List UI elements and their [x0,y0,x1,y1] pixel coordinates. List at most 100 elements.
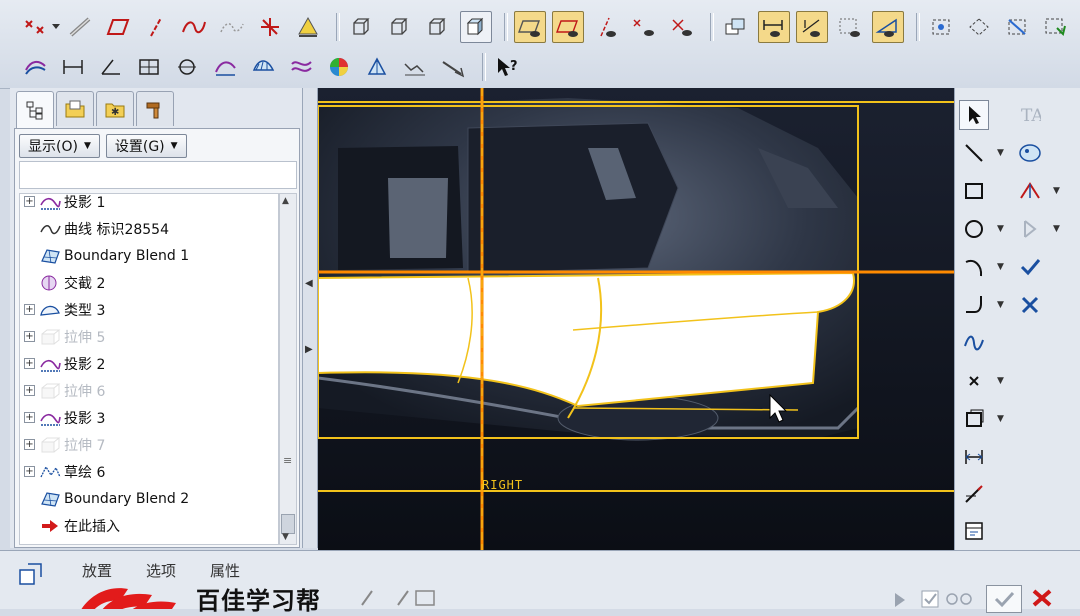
datum-axis-icon[interactable] [140,11,172,43]
datum-curve-icon[interactable] [64,11,96,43]
datum-plane-icon[interactable] [102,11,134,43]
measure-area-icon[interactable] [134,51,166,83]
context-help-icon[interactable]: ? [492,51,524,83]
text-tool-icon[interactable]: TA [1015,100,1045,130]
vertex-display-icon[interactable] [872,11,904,43]
tree-item[interactable]: + 投影 1 [24,194,105,215]
tree-item[interactable]: 交截 2 [24,269,105,296]
modify-dimension-icon[interactable] [959,480,989,510]
datum-point-icon[interactable] [20,11,52,43]
chevron-down-icon[interactable]: ▼ [997,376,1004,386]
tree-item[interactable]: + 拉伸 5 [24,323,105,350]
rectangle-tool-icon[interactable] [959,176,989,206]
dashboard-toggle-icon[interactable] [18,561,44,587]
chevron-down-icon[interactable]: ▼ [1053,186,1060,196]
saved-analysis-icon[interactable] [438,51,470,83]
tab-folder-browser[interactable] [56,91,94,126]
settings-dropdown-button[interactable]: 设置(G) ▼ [105,134,187,158]
tree-item[interactable]: + 拉伸 6 [24,377,105,404]
measure-angle-icon[interactable] [96,51,128,83]
tab-properties[interactable]: 属性 [210,560,240,581]
expand-toggle-icon[interactable]: + [24,331,35,342]
curve-analysis-icon[interactable] [210,51,242,83]
tree-scrollbar[interactable]: ▲ ≡ ▼ [279,193,297,545]
tree-item[interactable]: Boundary Blend 1 [24,242,189,269]
expand-right-icon[interactable]: ▶ [305,344,313,355]
measure-length-icon[interactable] [58,51,90,83]
grid-display-icon[interactable] [834,11,866,43]
select-chain-icon[interactable] [926,11,958,43]
dimension-display-icon[interactable] [758,11,790,43]
apply-check-button[interactable] [986,585,1022,613]
graph-analysis-icon[interactable] [400,51,432,83]
show-dropdown-button[interactable]: 显示(O) ▼ [19,134,100,158]
expand-toggle-icon[interactable]: + [24,466,35,477]
expand-toggle-icon[interactable]: + [24,196,35,207]
tree-item[interactable]: 曲线 标识28554 [24,215,169,242]
arc-tool-icon[interactable] [959,252,989,282]
draft-analysis-icon[interactable] [362,51,394,83]
chevron-down-icon[interactable]: ▼ [997,262,1004,272]
coordinate-system-icon[interactable] [254,11,286,43]
tree-filter-bar[interactable] [19,161,297,189]
dimension-tool-icon[interactable] [959,442,989,472]
palette-tool-icon[interactable] [1015,138,1045,168]
collapse-left-icon[interactable]: ◀ [305,278,313,289]
tree-item[interactable]: + 投影 2 [24,350,105,377]
shading-analysis-icon[interactable] [324,51,356,83]
sketch-palette-icon[interactable] [959,516,989,546]
sketch-tool-icon[interactable] [360,583,440,607]
tab-model-tree[interactable] [16,91,54,128]
tab-connections[interactable] [136,91,174,126]
tree-item[interactable]: + 草绘 6 [24,458,105,485]
reflection-analysis-icon[interactable] [286,51,318,83]
circle-tool-icon[interactable] [959,214,989,244]
cancel-button[interactable] [1030,587,1054,609]
select-filter-icon[interactable] [1040,11,1072,43]
expand-toggle-icon[interactable]: + [24,358,35,369]
scroll-up-icon[interactable]: ▲ [282,196,289,206]
tree-item[interactable]: 在此插入 [24,512,120,539]
tab-favorites[interactable]: ✱ [96,91,134,126]
scroll-down-icon[interactable]: ▼ [282,532,289,542]
csys-display-icon[interactable] [666,11,698,43]
chevron-down-icon[interactable]: ▼ [997,300,1004,310]
tree-item[interactable]: + 拉伸 7 [24,431,105,458]
offset-curve-icon[interactable] [216,11,248,43]
tree-item[interactable]: + 类型 3 [24,296,105,323]
chevron-down-icon[interactable] [52,23,60,31]
panel-splitter[interactable]: ◀ ▶ [302,88,318,548]
chevron-down-icon[interactable]: ▼ [1053,224,1060,234]
measure-diameter-icon[interactable] [172,51,204,83]
chevron-down-icon[interactable]: ▼ [997,148,1004,158]
model-canvas[interactable] [318,88,954,550]
shading-icon[interactable] [460,11,492,43]
expand-toggle-icon[interactable]: + [24,304,35,315]
fillet-tool-icon[interactable] [959,290,989,320]
sketch-point-icon[interactable] [959,366,989,396]
surface-curvature-icon[interactable] [248,51,280,83]
tree-item[interactable]: Boundary Blend 2 [24,485,189,512]
wireframe-display-icon[interactable] [346,11,378,43]
select-vertex-icon[interactable] [964,11,996,43]
expand-toggle-icon[interactable]: + [24,385,35,396]
layer-icon[interactable] [720,11,752,43]
chevron-down-icon[interactable]: ▼ [997,224,1004,234]
plane-display-icon[interactable] [514,11,546,43]
chevron-down-icon[interactable]: ▼ [997,414,1004,424]
plane-tag-display-icon[interactable] [552,11,584,43]
expand-toggle-icon[interactable]: + [24,439,35,450]
use-edge-tool-icon[interactable] [959,404,989,434]
select-tool-icon[interactable] [959,100,989,130]
analysis-icon[interactable] [292,11,324,43]
play-icon[interactable] [892,591,908,609]
axis-display-icon[interactable] [590,11,622,43]
spline-tool-icon[interactable] [959,328,989,358]
scrollbar-thumb[interactable] [281,514,295,534]
expand-toggle-icon[interactable]: + [24,412,35,423]
constraint-display-icon[interactable] [796,11,828,43]
line-tool-icon[interactable] [959,138,989,168]
tree-item[interactable]: + 投影 3 [24,404,105,431]
modify-tool-icon[interactable] [1015,176,1045,206]
graphics-viewport[interactable]: RIGHT [318,88,954,550]
